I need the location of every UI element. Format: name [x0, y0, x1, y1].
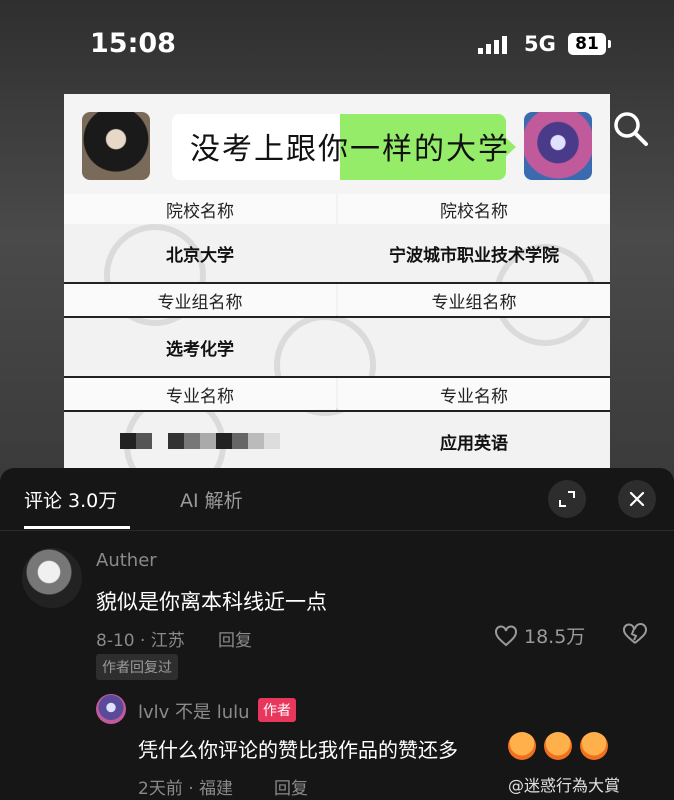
comment-panel: 评论 3.0万 AI 解析 Auther 貌似是你离本科线近一点 8-10 · … — [0, 468, 674, 800]
broken-heart-icon — [623, 623, 647, 644]
left-avatar — [82, 112, 150, 180]
like-button[interactable]: 18.5万 — [494, 622, 585, 649]
close-button[interactable] — [618, 480, 656, 518]
comment-meta: 8-10 · 江苏 — [96, 631, 185, 651]
like-count: 18.5万 — [524, 626, 586, 648]
author-badge: 作者 — [258, 698, 296, 722]
left-major-value-redacted — [64, 412, 336, 470]
commenter-name[interactable]: Auther — [96, 550, 157, 571]
emoji-icon — [508, 732, 536, 760]
heart-icon — [495, 624, 517, 646]
school-label-row: 院校名称 院校名称 — [64, 194, 610, 224]
right-major-group-label: 专业组名称 — [338, 284, 610, 316]
tab-comments[interactable]: 评论 3.0万 — [24, 486, 117, 513]
school-value-row: 北京大学 宁波城市职业技术学院 — [64, 224, 610, 282]
left-major-label: 专业名称 — [64, 378, 336, 410]
major-value-row: 应用英语 — [64, 412, 610, 470]
left-major-group-value: 选考化学 — [166, 339, 234, 360]
chat-bubble-text: 没考上跟你一样的大学 — [190, 132, 510, 167]
signal-icon — [478, 36, 507, 54]
expand-button[interactable] — [548, 480, 586, 518]
right-school-label: 院校名称 — [338, 194, 610, 224]
emoji-icon — [544, 732, 572, 760]
emoji-icon — [580, 732, 608, 760]
major-group-value-row: 选考化学 — [64, 318, 610, 376]
source-watermark: @迷惑行為大賞 — [508, 776, 621, 795]
right-major-label: 专业名称 — [338, 378, 610, 410]
battery-icon: 81 — [568, 33, 611, 55]
author-replied-badge: 作者回复过 — [96, 654, 178, 680]
right-school-value: 宁波城市职业技术学院 — [389, 245, 559, 266]
comment-reply-button[interactable]: 回复 — [218, 626, 252, 651]
status-bar: 15:08 5G 81 — [0, 0, 674, 90]
reply-meta: 2天前 · 福建 — [138, 779, 234, 799]
search-icon[interactable] — [612, 110, 650, 148]
reply-author-name[interactable]: lvlv 不是 lulu — [138, 698, 250, 724]
commenter-avatar[interactable] — [22, 548, 82, 608]
status-time: 15:08 — [90, 28, 176, 59]
major-label-row: 专业名称 专业名称 — [64, 378, 610, 410]
tab-ai-analysis[interactable]: AI 解析 — [180, 486, 243, 513]
dislike-button[interactable] — [622, 622, 648, 650]
right-major-value: 应用英语 — [440, 433, 508, 454]
comment-text: 貌似是你离本科线近一点 — [96, 590, 327, 614]
comparison-image: 没考上跟你一样的大学 院校名称 院校名称 北京大学 宁波城市职业技术学院 专业组… — [64, 94, 610, 470]
left-major-group-label: 专业组名称 — [64, 284, 336, 316]
comment-tabs: 评论 3.0万 AI 解析 — [0, 468, 674, 531]
expand-icon — [559, 491, 575, 507]
close-icon — [629, 491, 645, 507]
reply-author-avatar[interactable] — [96, 694, 126, 724]
right-major-group-value — [338, 318, 610, 376]
pixelated-redaction — [120, 433, 280, 449]
active-tab-indicator — [24, 526, 130, 529]
network-type: 5G — [524, 32, 556, 56]
left-school-label: 院校名称 — [64, 194, 336, 224]
left-school-value: 北京大学 — [166, 245, 234, 266]
reply-text: 凭什么你评论的赞比我作品的赞还多 — [138, 738, 458, 762]
right-avatar — [524, 112, 592, 180]
reply-reply-button[interactable]: 回复 — [274, 774, 308, 799]
major-group-label-row: 专业组名称 专业组名称 — [64, 284, 610, 316]
chat-header: 没考上跟你一样的大学 — [64, 94, 610, 194]
